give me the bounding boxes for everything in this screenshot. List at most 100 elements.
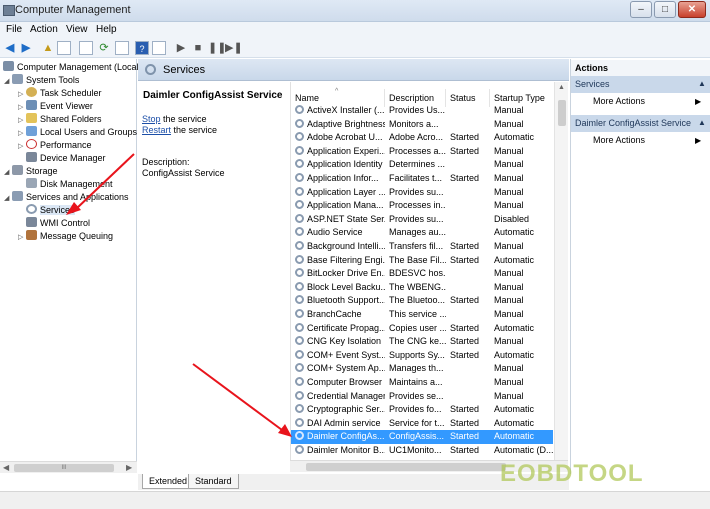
collapse-icon[interactable]: ◢ <box>4 192 12 205</box>
forward-arrow-icon[interactable]: ▶ <box>19 41 33 55</box>
table-row[interactable]: Audio Service Manages au... Automatic <box>291 226 553 240</box>
table-row[interactable]: Computer Browser Maintains a... Manual <box>291 376 553 390</box>
tree-item-event-viewer[interactable]: ▷ Event Viewer <box>18 100 93 113</box>
tab-standard[interactable]: Standard <box>188 474 239 489</box>
maximize-button[interactable]: □ <box>654 1 676 18</box>
back-arrow-icon[interactable]: ◀ <box>3 41 17 55</box>
collapse-icon[interactable]: ◢ <box>4 75 12 88</box>
service-startup-cell: Manual <box>494 159 524 170</box>
tree-item-message-queuing[interactable]: ▷ Message Queuing <box>18 230 113 243</box>
show-hide-tree-icon[interactable] <box>57 41 71 55</box>
table-row[interactable]: Block Level Backu... The WBENG... Manual <box>291 281 553 295</box>
menu-file[interactable]: File <box>6 24 22 35</box>
list-vertical-scrollbar[interactable]: ▲ <box>554 82 568 460</box>
menu-action[interactable]: Action <box>30 24 58 35</box>
service-description-cell: UC1Monito... <box>389 445 442 455</box>
restart-service-icon[interactable]: ▶❚ <box>225 41 243 55</box>
scroll-thumb[interactable] <box>306 463 506 471</box>
stop-service-link[interactable]: Stop <box>142 114 161 124</box>
tree-item-task-scheduler[interactable]: ▷ Task Scheduler <box>18 87 102 100</box>
table-row[interactable]: Certificate Propag... Copies user ... Star… <box>291 322 553 336</box>
scroll-left-icon[interactable]: ◀ <box>3 462 9 474</box>
computer-icon <box>3 61 14 71</box>
pause-service-icon[interactable]: ❚❚ <box>208 41 226 55</box>
more-actions-daimler[interactable]: More Actions <box>593 134 710 147</box>
table-row[interactable]: Cryptographic Ser... Provides fo... Starte… <box>291 403 553 417</box>
menu-help[interactable]: Help <box>96 24 117 35</box>
tree-item-storage[interactable]: ◢ Storage <box>4 165 58 178</box>
service-startup-cell: Manual <box>494 173 524 183</box>
show-action-pane-icon[interactable] <box>152 41 166 55</box>
actions-section-services[interactable]: Services <box>571 76 710 93</box>
tree-item-local-users[interactable]: ▷ Local Users and Groups <box>18 126 137 139</box>
tree-item-performance[interactable]: ▷ Performance <box>18 139 92 152</box>
collapse-section-icon[interactable]: ▲ <box>698 79 706 88</box>
refresh-icon[interactable]: ⟳ <box>97 41 111 55</box>
table-row[interactable]: Credential Manager Provides se... Manual <box>291 390 553 404</box>
gear-icon <box>295 417 304 427</box>
table-row[interactable]: Application Mana... Processes in... Manual <box>291 199 553 213</box>
table-row[interactable]: Application Identity Determines ... Manual <box>291 158 553 172</box>
help-icon[interactable]: ? <box>135 41 149 55</box>
service-description-cell: ConfigAssis... <box>389 431 445 442</box>
service-description-cell: Monitors a... <box>389 118 439 129</box>
table-row[interactable]: Bluetooth Support... The Bluetoo... Starte… <box>291 294 553 308</box>
actions-section-daimler[interactable]: Daimler ConfigAssist Service <box>571 115 710 132</box>
table-row[interactable]: Daimler ConfigAs... ConfigAssis... Started… <box>291 430 553 444</box>
scroll-thumb[interactable] <box>558 100 566 126</box>
table-row[interactable]: Background Intelli... Transfers fil... Sta… <box>291 240 553 254</box>
table-row[interactable]: Adaptive Brightness Monitors a... Manual <box>291 118 553 132</box>
scroll-right-icon[interactable]: ▶ <box>126 462 132 474</box>
event-viewer-icon <box>26 100 37 110</box>
start-service-icon[interactable]: ▶ <box>174 41 188 55</box>
tree-item-services-apps[interactable]: ◢ Services and Applications <box>4 191 129 204</box>
export-list-icon[interactable] <box>115 41 129 55</box>
table-row[interactable]: COM+ System Ap... Manages th... Manual <box>291 362 553 376</box>
service-name-cell: Certificate Propag... <box>291 322 385 336</box>
actions-pane: Actions Services ▲ More Actions ▶ Daimle… <box>570 59 710 474</box>
table-row[interactable]: Application Infor... Facilitates t... Star… <box>291 172 553 186</box>
tree-item-disk-management[interactable]: Disk Management <box>26 178 113 191</box>
table-row[interactable]: Base Filtering Engi... The Base Fil... Sta… <box>291 254 553 268</box>
expand-icon[interactable]: ▷ <box>18 140 26 153</box>
table-row[interactable]: ASP.NET State Ser... Provides su... Disabl… <box>291 213 553 227</box>
tab-extended[interactable]: Extended <box>142 474 195 489</box>
menu-bar: File Action View Help <box>0 22 710 38</box>
table-row[interactable]: DAI Admin service Service for t... Started… <box>291 417 553 431</box>
up-folder-icon[interactable]: ▲ <box>41 41 55 55</box>
minimize-button[interactable]: – <box>630 1 652 18</box>
more-actions-services[interactable]: More Actions <box>593 95 710 108</box>
table-row[interactable]: BranchCache This service ... Manual <box>291 308 553 322</box>
gear-icon <box>295 377 304 386</box>
scroll-up-icon[interactable]: ▲ <box>558 84 565 91</box>
gear-icon <box>295 309 304 318</box>
table-row[interactable]: Adobe Acrobat U... Adobe Acro... Started Au… <box>291 131 553 145</box>
table-row[interactable]: CNG Key Isolation The CNG ke... Started Man… <box>291 335 553 349</box>
close-button[interactable]: ✕ <box>678 1 706 18</box>
collapse-icon[interactable]: ◢ <box>4 166 12 179</box>
expand-icon[interactable]: ▷ <box>18 231 26 244</box>
table-row[interactable]: Daimler Monitor B... UC1Monito... Started A… <box>291 444 553 458</box>
tree-item-system-tools[interactable]: ◢ System Tools <box>4 74 79 87</box>
collapse-section-icon[interactable]: ▲ <box>698 118 706 127</box>
tree-item-wmi-control[interactable]: WMI Control <box>26 217 90 230</box>
stop-service-icon[interactable]: ■ <box>191 41 205 55</box>
service-name-cell: ASP.NET State Ser... <box>291 213 385 227</box>
tree-item-device-manager[interactable]: Device Manager <box>26 152 106 165</box>
scroll-thumb[interactable]: III <box>14 464 114 472</box>
tree-item-services[interactable]: Services <box>26 204 75 217</box>
table-row[interactable]: Application Experi... Processes a... Start… <box>291 145 553 159</box>
restart-service-link[interactable]: Restart <box>142 125 171 135</box>
gear-icon <box>145 64 156 75</box>
table-row[interactable]: COM+ Event Syst... Supports Sy... Started A… <box>291 349 553 363</box>
menu-view[interactable]: View <box>66 24 88 35</box>
console-tree: Computer Management (Local ◢ System Tools… <box>0 59 139 473</box>
properties-icon[interactable] <box>79 41 93 55</box>
table-row[interactable]: BitLocker Drive En... BDESVC hos... Manual <box>291 267 553 281</box>
table-row[interactable]: Application Layer ... Provides su... Manua… <box>291 186 553 200</box>
tree-horizontal-scrollbar[interactable]: ◀ III ▶ <box>0 461 137 473</box>
message-queue-icon <box>26 230 37 240</box>
table-row[interactable]: ActiveX Installer (... Provides Us... Manu… <box>291 104 553 118</box>
tree-item-shared-folders[interactable]: ▷ Shared Folders <box>18 113 102 126</box>
tree-item-root[interactable]: Computer Management (Local <box>3 61 139 74</box>
